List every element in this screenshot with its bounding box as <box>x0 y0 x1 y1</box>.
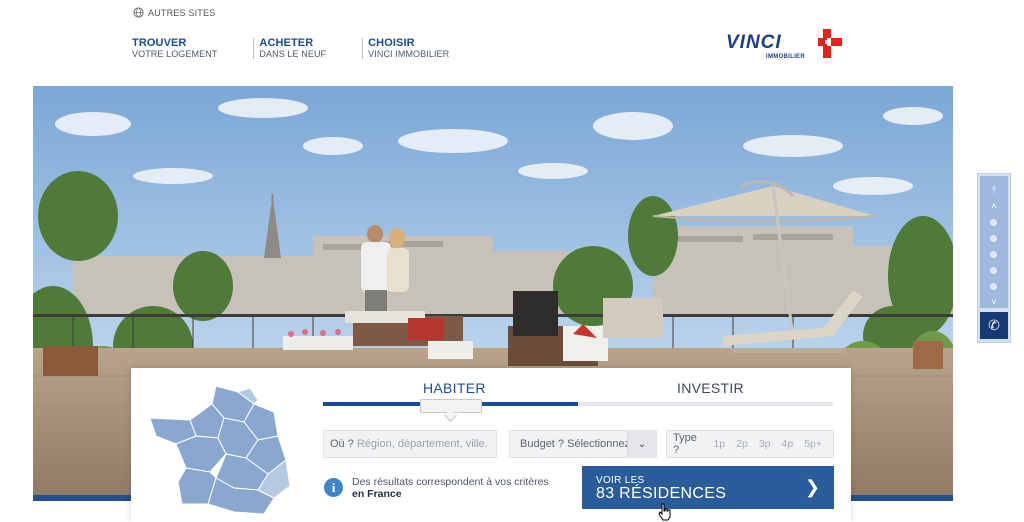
logo-sub: IMMOBILIER <box>766 54 805 60</box>
nav-trouver[interactable]: TROUVER VOTRE LOGEMENT <box>132 37 245 59</box>
tab-habiter[interactable]: HABITER <box>423 380 486 396</box>
type-selector: Type ? 1p 2p 3p 4p 5p+ <box>666 430 834 458</box>
type-option-3p[interactable]: 3p <box>759 438 771 450</box>
nav-subtitle: VOTRE LOGEMENT <box>132 48 218 59</box>
section-dot[interactable] <box>990 251 997 258</box>
logo-brand: VINCI <box>726 32 782 53</box>
nav-subtitle: DANS LE NEUF <box>259 48 327 59</box>
budget-label: Budget ? <box>520 438 565 450</box>
where-label: Où ? <box>330 438 354 450</box>
nav-title: ACHETER <box>259 37 314 49</box>
nav-title: CHOISIR <box>368 37 415 49</box>
side-navigation: ⤒ ˄ ˅ ✆ <box>977 173 1011 343</box>
where-input[interactable] <box>353 438 487 450</box>
type-option-5p[interactable]: 5p+ <box>804 438 822 450</box>
results-info: Des résultats correspondent à vos critèr… <box>352 476 549 500</box>
type-option-1p[interactable]: 1p <box>713 438 725 450</box>
section-dot[interactable] <box>990 235 997 242</box>
logo-cross-icon <box>818 29 842 58</box>
nav-title: TROUVER <box>132 37 187 49</box>
autres-sites-label: AUTRES SITES <box>148 7 216 18</box>
slider-handle[interactable] <box>420 399 482 413</box>
globe-icon <box>133 7 144 18</box>
search-panel: HABITER INVESTIR Où ? Budget ? Sélection… <box>131 368 851 522</box>
france-map[interactable] <box>146 382 291 522</box>
type-option-2p[interactable]: 2p <box>736 438 748 450</box>
budget-value: Sélectionnez <box>567 438 631 450</box>
phone-icon[interactable]: ✆ <box>980 312 1008 339</box>
budget-select[interactable]: Budget ? Sélectionnez ⌄ <box>509 430 657 458</box>
type-option-4p[interactable]: 4p <box>782 438 794 450</box>
chevron-down-icon[interactable]: ⌄ <box>627 431 656 457</box>
voir-residences-button[interactable]: VOIR LES 83 RÉSIDENCES ❯ <box>582 466 834 509</box>
results-info-line1: Des résultats correspondent à vos critèr… <box>352 476 549 488</box>
vinci-immobilier-logo[interactable]: VINCI IMMOBILIER <box>726 28 844 60</box>
chevron-right-icon: ❯ <box>804 477 820 497</box>
nav-acheter[interactable]: ACHETER DANS LE NEUF <box>253 37 354 59</box>
up-icon[interactable]: ˄ <box>978 202 1010 211</box>
section-dot[interactable] <box>990 283 997 290</box>
where-field[interactable]: Où ? <box>323 430 497 458</box>
section-dot[interactable] <box>990 267 997 274</box>
main-nav: TROUVER VOTRE LOGEMENT ACHETER DANS LE N… <box>132 37 485 59</box>
hand-cursor-icon <box>658 503 671 521</box>
nav-subtitle: VINCI IMMOBILIER <box>368 48 450 59</box>
results-info-location: en France <box>352 488 402 500</box>
section-dot[interactable] <box>990 219 997 226</box>
nav-choisir[interactable]: CHOISIR VINCI IMMOBILIER <box>362 37 477 59</box>
cta-line2: 83 RÉSIDENCES <box>596 485 727 502</box>
autres-sites-link[interactable]: AUTRES SITES <box>133 7 215 18</box>
type-label: Type ? <box>673 432 697 456</box>
first-icon[interactable]: ⤒ <box>978 186 1010 195</box>
down-icon[interactable]: ˅ <box>978 298 1010 307</box>
info-icon: i <box>324 478 343 497</box>
tab-investir[interactable]: INVESTIR <box>677 380 744 396</box>
